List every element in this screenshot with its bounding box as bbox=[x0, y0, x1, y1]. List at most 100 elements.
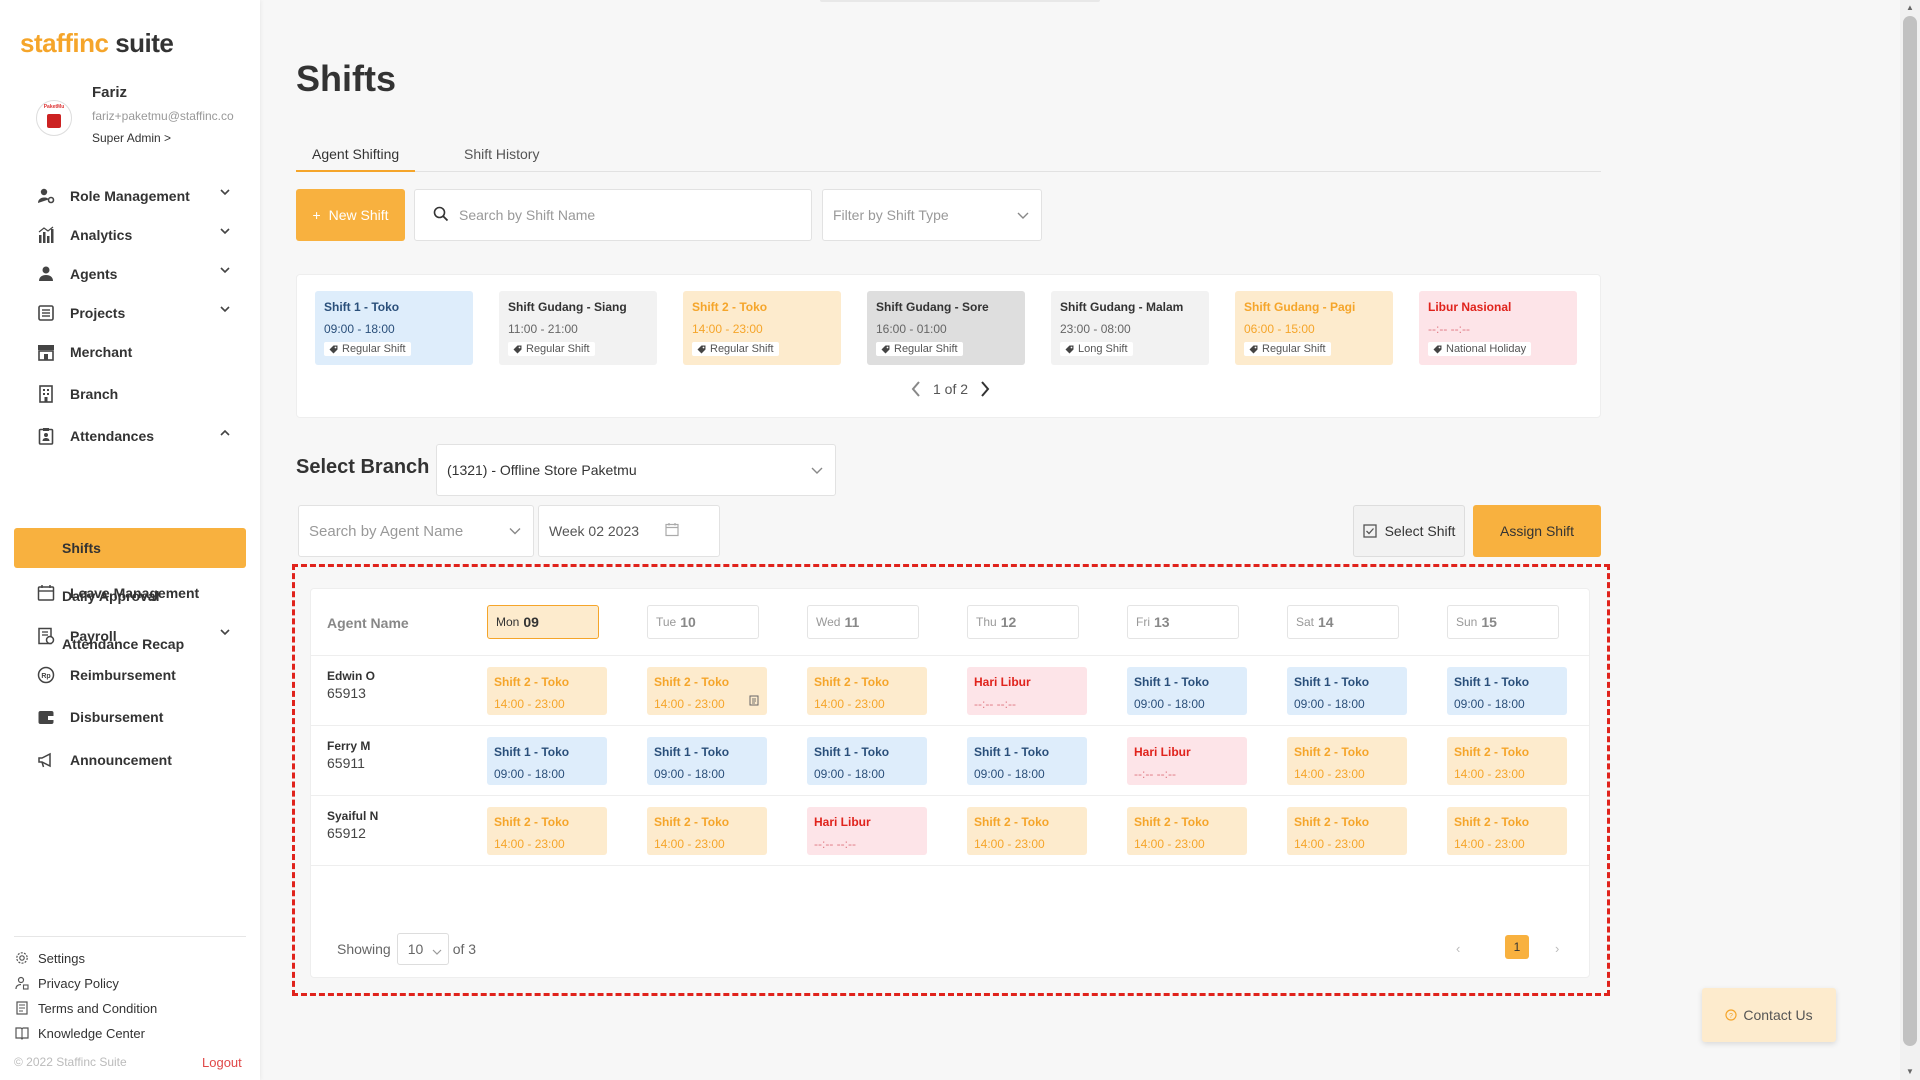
day-header-thu[interactable]: Thu 12 bbox=[967, 605, 1079, 639]
footer-link-terms-and-condition[interactable]: Terms and Condition bbox=[14, 1000, 157, 1016]
sidebar-item-merchant[interactable]: Merchant bbox=[36, 340, 236, 364]
prev-page-icon[interactable] bbox=[905, 381, 927, 397]
shift-type-card[interactable]: Shift 2 - Toko 14:00 - 23:00 Regular Shift bbox=[683, 291, 841, 365]
shift-cell[interactable]: Shift 2 - Toko 14:00 - 23:00 bbox=[1447, 737, 1567, 785]
branch-select[interactable]: (1321) - Offline Store Paketmu bbox=[436, 444, 836, 496]
sidebar-item-announcement[interactable]: Announcement bbox=[36, 748, 236, 772]
shift-cell[interactable]: Shift 2 - Toko 14:00 - 23:00 bbox=[1287, 737, 1407, 785]
pagination-next-icon[interactable]: › bbox=[1555, 941, 1559, 956]
shift-type-card[interactable]: Libur Nasional --:-- --:-- National Holida… bbox=[1419, 291, 1577, 365]
shift-cell[interactable]: Shift 2 - Toko 14:00 - 23:00 bbox=[1447, 807, 1567, 855]
day-of-week: Sun bbox=[1456, 615, 1478, 629]
shift-cell[interactable]: Shift 1 - Toko 09:00 - 18:00 bbox=[807, 737, 927, 785]
page-scrollbar[interactable]: ▲ ▼ bbox=[1900, 0, 1920, 1080]
shift-cell[interactable]: Hari Libur --:-- --:-- bbox=[1127, 737, 1247, 785]
plus-icon: + bbox=[312, 207, 321, 223]
sidebar-item-disbursement[interactable]: Disbursement bbox=[36, 705, 236, 729]
shift-cell[interactable]: Shift 1 - Toko 09:00 - 18:00 bbox=[487, 737, 607, 785]
shift-cell[interactable]: Shift 2 - Toko 14:00 - 23:00 bbox=[967, 807, 1087, 855]
page-size-select[interactable]: 10 bbox=[396, 933, 449, 965]
day-header-wed[interactable]: Wed 11 bbox=[807, 605, 919, 639]
shift-cell-name: Hari Libur bbox=[1134, 745, 1191, 759]
tag-icon bbox=[697, 345, 706, 354]
shift-cell-time: 09:00 - 18:00 bbox=[1294, 697, 1365, 711]
agent-name-header: Agent Name bbox=[327, 615, 409, 631]
tab-agent-shifting[interactable]: Agent Shifting bbox=[312, 146, 399, 162]
shift-cell[interactable]: Shift 1 - Toko 09:00 - 18:00 bbox=[1447, 667, 1567, 715]
shift-cell[interactable]: Shift 1 - Toko 09:00 - 18:00 bbox=[1127, 667, 1247, 715]
profile-role-link[interactable]: Super Admin > bbox=[92, 131, 234, 145]
sidebar-item-label: Agents bbox=[70, 266, 118, 282]
footer-link-privacy-policy[interactable]: Privacy Policy bbox=[14, 975, 119, 991]
pagination-prev-icon[interactable]: ‹ bbox=[1456, 941, 1460, 956]
footer-link-settings[interactable]: Settings bbox=[14, 950, 85, 966]
sidebar-item-role-management[interactable]: Role Management bbox=[36, 184, 236, 208]
footer-link-knowledge-center[interactable]: Knowledge Center bbox=[14, 1025, 145, 1041]
scroll-down-icon[interactable]: ▼ bbox=[1905, 1067, 1915, 1077]
tab-shift-history[interactable]: Shift History bbox=[464, 146, 539, 162]
next-page-icon[interactable] bbox=[974, 381, 996, 397]
sidebar-item-agents[interactable]: Agents bbox=[36, 262, 236, 286]
assign-shift-button[interactable]: Assign Shift bbox=[1473, 505, 1601, 557]
shift-type-card[interactable]: Shift Gudang - Pagi 06:00 - 15:00 Regular … bbox=[1235, 291, 1393, 365]
shift-cell[interactable]: Shift 2 - Toko 14:00 - 23:00 bbox=[487, 667, 607, 715]
day-of-week: Fri bbox=[1136, 615, 1150, 629]
shift-cell[interactable]: Hari Libur --:-- --:-- bbox=[967, 667, 1087, 715]
tag-icon bbox=[1433, 345, 1442, 354]
sidebar-subitem-daily-approval[interactable]: Daily Approval bbox=[14, 576, 246, 616]
pagination-current-page[interactable]: 1 bbox=[1505, 935, 1529, 959]
shift-cell[interactable]: Shift 1 - Toko 09:00 - 18:00 bbox=[647, 737, 767, 785]
projects-icon bbox=[36, 303, 56, 323]
filter-shift-type-select[interactable]: Filter by Shift Type bbox=[822, 189, 1042, 241]
sidebar-item-branch[interactable]: Branch bbox=[36, 382, 236, 406]
showing-label: Showing bbox=[337, 941, 391, 957]
day-of-week: Wed bbox=[816, 615, 841, 629]
shift-type-card[interactable]: Shift 1 - Toko 09:00 - 18:00 Regular Shift bbox=[315, 291, 473, 365]
shift-cell[interactable]: Shift 2 - Toko 14:00 - 23:00 bbox=[1127, 807, 1247, 855]
day-number: 15 bbox=[1481, 614, 1497, 630]
shift-cell[interactable]: Shift 2 - Toko 14:00 - 23:00 bbox=[807, 667, 927, 715]
shift-type-card[interactable]: Shift Gudang - Siang 11:00 - 21:00 Regular… bbox=[499, 291, 657, 365]
sidebar-item-attendances[interactable]: Attendances bbox=[36, 424, 236, 448]
shift-cell[interactable]: Shift 2 - Toko 14:00 - 23:00 bbox=[487, 807, 607, 855]
day-header-mon[interactable]: Mon 09 bbox=[487, 605, 599, 639]
select-shift-button[interactable]: Select Shift bbox=[1353, 505, 1465, 557]
shift-type-card[interactable]: Shift Gudang - Sore 16:00 - 01:00 Regular … bbox=[867, 291, 1025, 365]
shift-cell[interactable]: Hari Libur --:-- --:-- bbox=[807, 807, 927, 855]
scroll-up-icon[interactable]: ▲ bbox=[1905, 3, 1915, 13]
week-picker-value: Week 02 2023 bbox=[549, 523, 640, 539]
shift-cell[interactable]: Shift 1 - Toko 09:00 - 18:00 bbox=[967, 737, 1087, 785]
chevron-down-icon bbox=[1017, 207, 1029, 223]
shift-type-time: 23:00 - 08:00 bbox=[1060, 322, 1131, 336]
sidebar-item-reimbursement[interactable]: Rp Reimbursement bbox=[36, 663, 236, 687]
shift-cell[interactable]: Shift 2 - Toko 14:00 - 23:00 bbox=[647, 667, 767, 715]
day-header-tue[interactable]: Tue 10 bbox=[647, 605, 759, 639]
note-icon[interactable] bbox=[749, 693, 759, 709]
contact-us-button[interactable]: ? Contact Us bbox=[1702, 988, 1836, 1042]
shift-search-input[interactable] bbox=[459, 207, 779, 223]
sidebar-item-analytics[interactable]: Analytics bbox=[36, 223, 236, 247]
scroll-thumb[interactable] bbox=[1903, 16, 1917, 1046]
week-picker[interactable]: Week 02 2023 bbox=[538, 505, 720, 557]
app-logo[interactable]: staffinc suite bbox=[20, 28, 174, 59]
shift-cell[interactable]: Shift 2 - Toko 14:00 - 23:00 bbox=[647, 807, 767, 855]
user-profile[interactable]: PaketMu Fariz fariz+paketmu@staffinc.co … bbox=[36, 84, 234, 145]
shift-cell[interactable]: Shift 2 - Toko 14:00 - 23:00 bbox=[1287, 807, 1407, 855]
sidebar-subitem-shifts[interactable]: Shifts bbox=[14, 528, 246, 568]
new-shift-button[interactable]: + New Shift bbox=[296, 189, 405, 241]
agent-id: 65911 bbox=[327, 755, 365, 771]
day-header-sun[interactable]: Sun 15 bbox=[1447, 605, 1559, 639]
shift-type-card[interactable]: Shift Gudang - Malam 23:00 - 08:00 Long Sh… bbox=[1051, 291, 1209, 365]
sidebar-subitem-attendance-recap[interactable]: Attendance Recap bbox=[14, 624, 246, 664]
day-header-fri[interactable]: Fri 13 bbox=[1127, 605, 1239, 639]
agent-search-select[interactable]: Search by Agent Name bbox=[298, 505, 534, 557]
shift-cell-time: 09:00 - 18:00 bbox=[974, 767, 1045, 781]
shift-cell-name: Shift 1 - Toko bbox=[974, 745, 1050, 759]
logout-link[interactable]: Logout bbox=[202, 1055, 242, 1070]
shift-type-tag: Regular Shift bbox=[876, 342, 963, 356]
sidebar-item-label: Disbursement bbox=[70, 709, 164, 725]
day-header-sat[interactable]: Sat 14 bbox=[1287, 605, 1399, 639]
shift-cell[interactable]: Shift 1 - Toko 09:00 - 18:00 bbox=[1287, 667, 1407, 715]
sidebar-item-projects[interactable]: Projects bbox=[36, 301, 236, 325]
shift-type-time: --:-- --:-- bbox=[1428, 322, 1470, 336]
